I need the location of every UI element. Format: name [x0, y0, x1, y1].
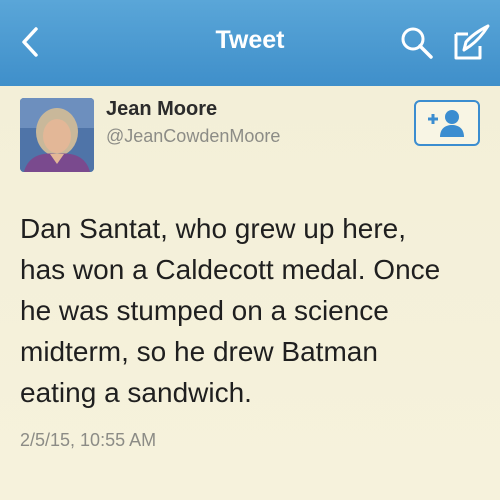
- nav-bar: Tweet: [0, 0, 500, 86]
- avatar[interactable]: [20, 98, 94, 172]
- page-title: Tweet: [215, 26, 285, 54]
- tweet-text-line: eating a sandwich.: [20, 377, 252, 408]
- tweet-text-line: has won a Caldecott medal. Once: [20, 254, 441, 285]
- follow-button[interactable]: [414, 100, 480, 146]
- tweet-text-line: Dan Santat, who grew up here,: [20, 213, 407, 244]
- tweet-text-line: midterm, so he drew Batman: [20, 336, 378, 367]
- search-icon: [401, 27, 433, 59]
- author-name[interactable]: Jean Moore: [106, 98, 217, 121]
- author-handle[interactable]: @JeanCowdenMoore: [106, 126, 280, 147]
- profile-photo: [20, 98, 94, 172]
- tweet-timestamp: 2/5/15, 10:55 AM: [20, 430, 157, 450]
- compose-icon: [454, 24, 490, 60]
- compose-button[interactable]: [450, 22, 492, 64]
- back-button[interactable]: [14, 22, 46, 62]
- chevron-left-icon: [22, 27, 38, 57]
- tweet-text: Dan Santat, who grew up here, has won a …: [20, 208, 488, 413]
- search-button[interactable]: [398, 24, 436, 62]
- add-user-icon: [428, 110, 464, 137]
- tweet-text-line: he was stumped on a science: [20, 295, 389, 326]
